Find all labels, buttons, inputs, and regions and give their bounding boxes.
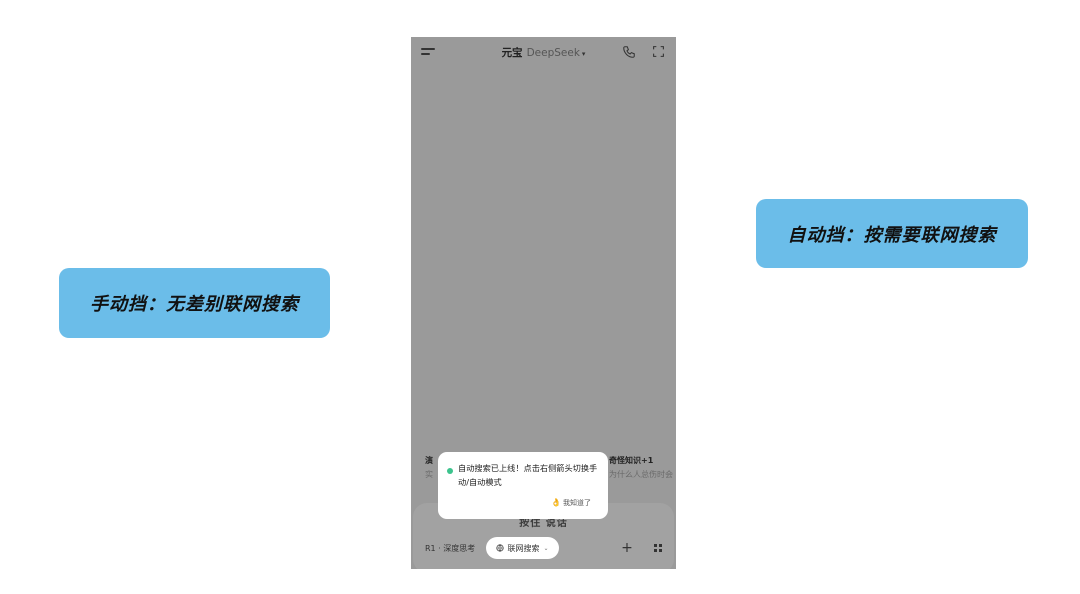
- grid-icon[interactable]: [649, 539, 667, 557]
- plus-button[interactable]: +: [618, 539, 636, 557]
- model-name: DeepSeek: [526, 47, 580, 59]
- globe-icon: [496, 544, 505, 552]
- chevron-down-icon: ▾: [581, 50, 586, 58]
- got-it-label: 我知道了: [563, 499, 591, 507]
- auto-search-popup: 自动搜索已上线！点击右侧箭头切换手动/自动模式 👌 我知道了: [438, 452, 608, 519]
- deep-think-toggle[interactable]: R1 · 深度思考: [425, 543, 475, 554]
- phone-screen: 元宝 DeepSeek ▾ 演 实 奇怪知识+1 为什么人总伤时会 按住 说话 R1…: [411, 37, 676, 569]
- suggestion-left-sub: 实: [425, 470, 433, 479]
- suggestion-card-right[interactable]: 奇怪知识+1 为什么人总伤时会: [609, 455, 676, 493]
- suggestion-right-title: 奇怪知识+1: [609, 456, 654, 465]
- ok-hand-icon: 👌: [551, 498, 561, 507]
- app-title[interactable]: 元宝 DeepSeek ▾: [411, 45, 676, 60]
- app-name: 元宝: [501, 47, 523, 59]
- popup-message: 自动搜索已上线！点击右侧箭头切换手动/自动模式: [458, 463, 598, 487]
- got-it-button[interactable]: 👌 我知道了: [551, 498, 591, 508]
- chevron-down-icon[interactable]: ⌄: [543, 545, 548, 552]
- suggestion-left-title: 演: [425, 456, 433, 465]
- input-toolbar: R1 · 深度思考 联网搜索 ⌄ +: [411, 537, 676, 561]
- callout-manual-mode-text: 手动挡：无差别联网搜索: [90, 294, 299, 315]
- suggestion-card-left[interactable]: 演 实: [425, 455, 437, 493]
- web-search-toggle[interactable]: 联网搜索 ⌄: [486, 537, 559, 559]
- callout-auto-mode-text: 自动挡：按需要联网搜索: [787, 224, 997, 246]
- status-dot: [447, 468, 453, 474]
- callout-manual-mode: 手动挡：无差别联网搜索: [59, 268, 330, 338]
- suggestion-right-sub: 为什么人总伤时会: [609, 470, 673, 479]
- top-bar: 元宝 DeepSeek ▾: [411, 37, 676, 67]
- callout-auto-mode: 自动挡：按需要联网搜索: [756, 199, 1028, 268]
- phone-icon[interactable]: [622, 45, 636, 59]
- web-search-label: 联网搜索: [507, 543, 540, 553]
- new-chat-icon[interactable]: [652, 45, 665, 58]
